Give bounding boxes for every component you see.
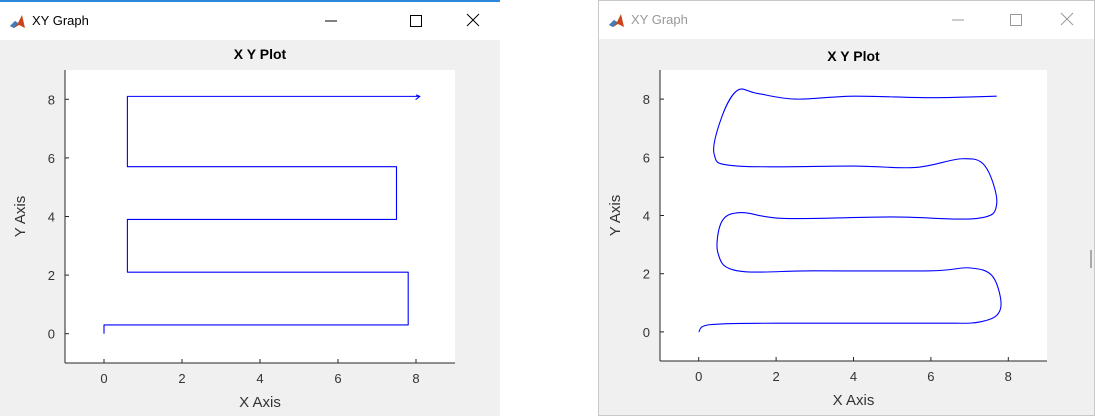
- x-tick-label: 2: [178, 371, 185, 386]
- y-axis-label: Y Axis: [12, 196, 29, 237]
- y-tick-label: 6: [48, 151, 55, 166]
- xy-plot-left: 0 2 4 6 8 0 2 4 6 8 X Axis Y Axis: [12, 70, 455, 411]
- figure-window-left: XY Graph X Y Plot 0246802468X Axis Y Axis: [0, 0, 500, 416]
- y-tick-label: 0: [643, 325, 650, 340]
- y-tick-label: 8: [643, 92, 650, 107]
- y-tick-label: 2: [48, 268, 55, 283]
- xy-plot-right: 0 2 4 6 8 0 2 4 6 8 X Axis Y Axis: [607, 70, 1047, 409]
- y-tick-label: 0: [48, 327, 55, 342]
- y-tick-label: 8: [48, 92, 55, 107]
- y-tick-label: 6: [643, 150, 650, 165]
- x-tick-label: 6: [334, 371, 341, 386]
- y-tick-label: 2: [643, 267, 650, 282]
- x-tick-label: 6: [927, 369, 934, 384]
- x-tick-label: 4: [256, 371, 263, 386]
- x-tick-label: 8: [412, 371, 419, 386]
- x-axis-label: X Axis: [833, 392, 875, 409]
- window-edge: [1090, 250, 1092, 268]
- x-tick-label: 4: [850, 369, 857, 384]
- x-tick-label: 0: [695, 369, 702, 384]
- x-tick-label: 0: [100, 371, 107, 386]
- y-tick-label: 4: [48, 210, 55, 225]
- figure-window-right: XY Graph X Y Plot 0246802468X Axis Y Axis: [598, 0, 1095, 416]
- y-tick-label: 4: [643, 209, 650, 224]
- x-tick-label: 8: [1005, 369, 1012, 384]
- x-axis-label: X Axis: [239, 394, 281, 411]
- x-tick-label: 2: [772, 369, 779, 384]
- y-axis-label: Y Axis: [607, 195, 624, 236]
